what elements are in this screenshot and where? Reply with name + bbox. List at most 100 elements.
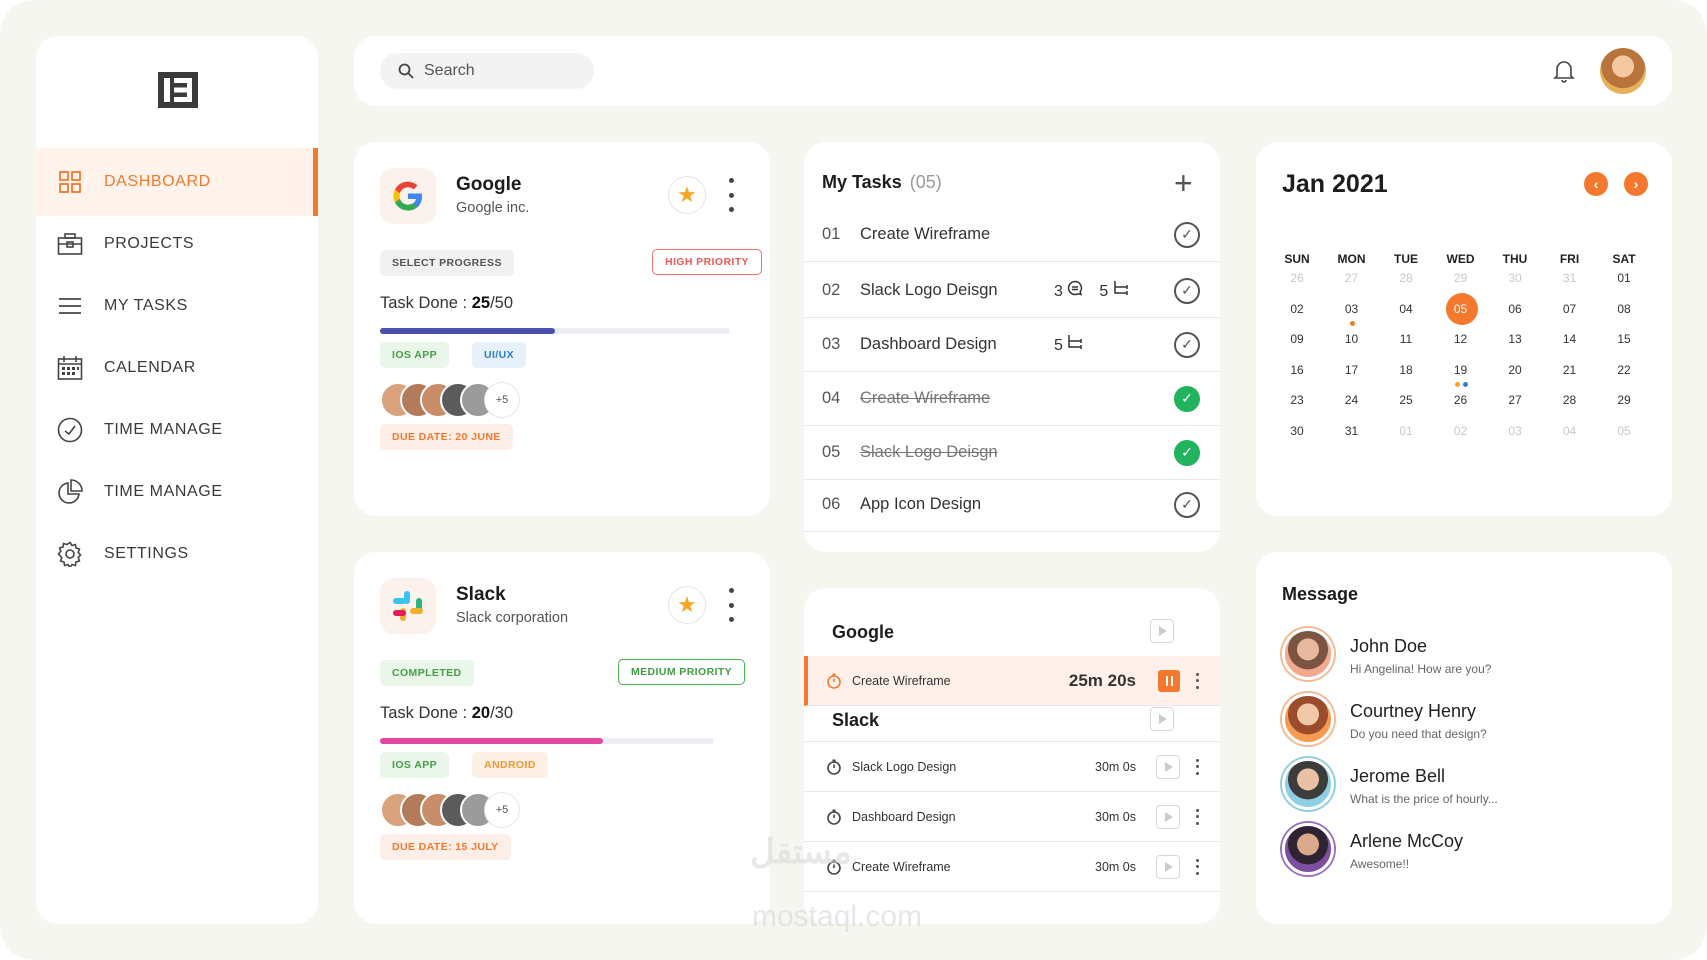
calendar-day[interactable]: 30: [1270, 417, 1324, 445]
play-button[interactable]: [1150, 707, 1174, 731]
task-checkbox[interactable]: ✓: [1174, 221, 1200, 248]
calendar-day[interactable]: 16: [1270, 356, 1324, 384]
pause-button[interactable]: [1158, 669, 1180, 692]
task-row[interactable]: 02 Slack Logo Deisgn 3 5 ✓: [804, 264, 1220, 318]
more-members-badge[interactable]: +5: [484, 792, 520, 828]
project-card-slack[interactable]: Slack Slack corporation ★ COMPLETED MEDI…: [354, 552, 770, 924]
task-checkbox[interactable]: ✓: [1174, 491, 1200, 518]
add-task-button[interactable]: +: [1174, 167, 1193, 199]
calendar-day[interactable]: 20: [1488, 356, 1542, 384]
calendar-day[interactable]: 29: [1434, 264, 1488, 292]
timer-duration: 30m 0s: [1095, 809, 1136, 824]
calendar-day[interactable]: 15: [1597, 325, 1651, 353]
watermark-text: mostaql.com: [752, 900, 923, 933]
message-item[interactable]: Courtney Henry Do you need that design?: [1282, 693, 1652, 749]
timer-row[interactable]: Slack Logo Design 30m 0s: [804, 742, 1220, 792]
more-menu-icon[interactable]: [1196, 858, 1200, 875]
task-row[interactable]: 04 Create Wireframe ✓: [804, 372, 1220, 426]
bell-icon[interactable]: [1552, 58, 1576, 84]
more-menu-icon[interactable]: [1196, 808, 1200, 825]
calendar-day[interactable]: 24: [1325, 386, 1379, 414]
calendar-day[interactable]: 31: [1325, 417, 1379, 445]
calendar-day[interactable]: 09: [1270, 325, 1324, 353]
calendar-day-number: 02: [1290, 301, 1304, 316]
calendar-day[interactable]: 25: [1379, 386, 1433, 414]
play-button[interactable]: [1156, 754, 1180, 779]
calendar-day[interactable]: 18: [1379, 356, 1433, 384]
star-icon[interactable]: ★: [668, 586, 706, 624]
timer-row[interactable]: Dashboard Design 30m 0s: [804, 792, 1220, 842]
calendar-day[interactable]: 26: [1434, 386, 1488, 414]
more-menu-icon[interactable]: [1196, 758, 1200, 775]
calendar-day[interactable]: 05: [1597, 417, 1651, 445]
comment-icon: [1068, 280, 1083, 296]
task-row[interactable]: 03 Dashboard Design 5 ✓: [804, 318, 1220, 372]
calendar-day[interactable]: 01: [1379, 417, 1433, 445]
calendar-day[interactable]: 19: [1434, 356, 1488, 387]
calendar-day[interactable]: 13: [1488, 325, 1542, 353]
calendar-day[interactable]: 04: [1379, 295, 1433, 323]
status-badge[interactable]: SELECT PROGRESS: [380, 250, 514, 276]
prev-month-button[interactable]: ‹: [1584, 172, 1608, 196]
sidebar-item-calendar[interactable]: CALENDAR: [36, 334, 318, 402]
timer-row[interactable]: Create Wireframe 30m 0s: [804, 842, 1220, 892]
message-item[interactable]: Arlene McCoy Awesome!!: [1282, 823, 1652, 879]
sidebar-item-time-manage[interactable]: TIME MANAGE: [36, 396, 318, 464]
status-badge[interactable]: COMPLETED: [380, 660, 474, 686]
calendar-day[interactable]: 02: [1434, 417, 1488, 445]
more-menu-icon[interactable]: [1196, 672, 1200, 689]
play-button[interactable]: [1156, 804, 1180, 829]
sidebar-item-time-manage-2[interactable]: TIME MANAGE: [36, 458, 318, 526]
task-row[interactable]: 05 Slack Logo Deisgn ✓: [804, 426, 1220, 480]
play-button[interactable]: [1150, 619, 1174, 643]
star-icon[interactable]: ★: [668, 176, 706, 214]
calendar-day[interactable]: 27: [1488, 386, 1542, 414]
calendar-day[interactable]: 21: [1543, 356, 1597, 384]
task-checkbox[interactable]: ✓: [1174, 277, 1200, 304]
project-card-google[interactable]: Google Google inc. ★ SELECT PROGRESS HIG…: [354, 142, 770, 516]
calendar-day[interactable]: 22: [1597, 356, 1651, 384]
active-timer-row[interactable]: Create Wireframe 25m 20s: [804, 656, 1220, 706]
sidebar-item-settings[interactable]: SETTINGS: [36, 520, 318, 588]
calendar-day[interactable]: 17: [1325, 356, 1379, 384]
calendar-day[interactable]: 04: [1543, 417, 1597, 445]
calendar-day[interactable]: 05: [1434, 292, 1488, 325]
calendar-day[interactable]: 14: [1543, 325, 1597, 353]
calendar-day[interactable]: 11: [1379, 325, 1433, 353]
next-month-button[interactable]: ›: [1624, 172, 1648, 196]
sidebar-item-projects[interactable]: PROJECTS: [36, 210, 318, 278]
calendar-day[interactable]: 10: [1325, 325, 1379, 353]
calendar-day[interactable]: 07: [1543, 295, 1597, 323]
task-checkbox-checked[interactable]: ✓: [1174, 385, 1200, 412]
calendar-day[interactable]: 23: [1270, 386, 1324, 414]
calendar-day[interactable]: 01: [1597, 264, 1651, 292]
calendar-day[interactable]: 26: [1270, 264, 1324, 292]
calendar-day[interactable]: 27: [1325, 264, 1379, 292]
more-members-badge[interactable]: +5: [484, 382, 520, 418]
calendar-day[interactable]: 06: [1488, 295, 1542, 323]
user-avatar[interactable]: [1600, 48, 1646, 94]
more-menu-icon[interactable]: [726, 588, 736, 622]
task-checkbox-checked[interactable]: ✓: [1174, 439, 1200, 466]
calendar-day[interactable]: 31: [1543, 264, 1597, 292]
message-item[interactable]: Jerome Bell What is the price of hourly.…: [1282, 758, 1652, 814]
search-input[interactable]: Search: [380, 53, 594, 89]
calendar-day[interactable]: 30: [1488, 264, 1542, 292]
calendar-day[interactable]: 03: [1488, 417, 1542, 445]
calendar-day[interactable]: 12: [1434, 325, 1488, 353]
more-menu-icon[interactable]: [726, 178, 736, 212]
calendar-day[interactable]: 02: [1270, 295, 1324, 323]
sidebar-item-my-tasks[interactable]: MY TASKS: [36, 272, 318, 340]
calendar-day[interactable]: 03: [1325, 295, 1379, 326]
task-row[interactable]: 06 App Icon Design ✓: [804, 478, 1220, 532]
calendar-day[interactable]: 28: [1543, 386, 1597, 414]
task-row[interactable]: 01 Create Wireframe ✓: [804, 208, 1220, 262]
calendar-day[interactable]: 28: [1379, 264, 1433, 292]
calendar-day[interactable]: 29: [1597, 386, 1651, 414]
sidebar-item-dashboard[interactable]: DASHBOARD: [36, 148, 318, 216]
play-button[interactable]: [1156, 854, 1180, 879]
sidebar-item-label: TIME MANAGE: [104, 483, 223, 500]
task-checkbox[interactable]: ✓: [1174, 331, 1200, 358]
calendar-day[interactable]: 08: [1597, 295, 1651, 323]
message-item[interactable]: John Doe Hi Angelina! How are you?: [1282, 628, 1652, 684]
